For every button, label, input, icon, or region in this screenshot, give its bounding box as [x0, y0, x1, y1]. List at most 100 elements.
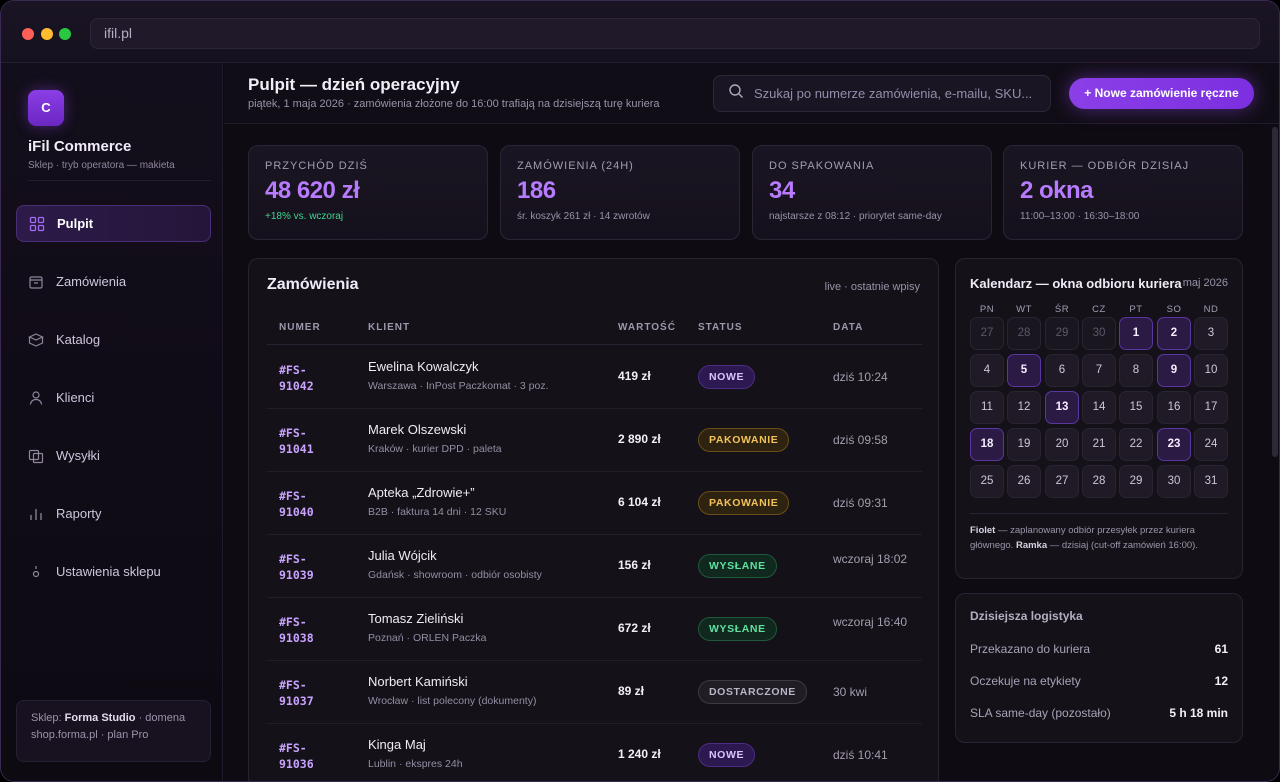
column-header-client[interactable]: KLIENT — [368, 322, 410, 333]
calendar-day[interactable]: 23 — [1157, 428, 1191, 461]
stat-value: 2 okna — [1020, 177, 1094, 204]
calendar-day[interactable]: 24 — [1194, 428, 1228, 461]
calendar-day[interactable]: 28 — [1007, 317, 1041, 350]
client-detail: Poznań · ORLEN Paczka — [368, 632, 487, 644]
calendar-day[interactable]: 17 — [1194, 391, 1228, 424]
calendar-month[interactable]: maj 2026 — [1183, 277, 1228, 289]
order-value: 2 890 zł — [618, 432, 661, 446]
maximize-window-button[interactable] — [59, 28, 71, 40]
logistics-row: SLA same-day (pozostało) 5 h 18 min — [970, 706, 1228, 720]
sidebar-item-wysylki[interactable]: Wysyłki — [16, 437, 211, 474]
calendar-day[interactable]: 20 — [1045, 428, 1079, 461]
client-name: Norbert Kamiński — [368, 674, 468, 689]
calendar-day[interactable]: 8 — [1119, 354, 1153, 387]
weekday-label: ŚR — [1054, 304, 1070, 315]
order-number[interactable]: #FS-91041 — [279, 425, 339, 457]
close-window-button[interactable] — [22, 28, 34, 40]
address-bar[interactable]: ifil.pl — [90, 18, 1260, 49]
column-header-number[interactable]: NUMER — [279, 322, 321, 333]
calendar-day[interactable]: 11 — [970, 391, 1004, 424]
calendar-day[interactable]: 3 — [1194, 317, 1228, 350]
logistics-label: SLA same-day (pozostało) — [970, 706, 1111, 720]
column-header-date[interactable]: DATA — [833, 322, 863, 333]
page-scrollbar[interactable] — [1272, 127, 1278, 457]
weekday-label: PN — [979, 304, 995, 315]
sidebar-item-label: Katalog — [56, 332, 101, 347]
calendar-day[interactable]: 29 — [1119, 465, 1153, 498]
column-header-status[interactable]: STATUS — [698, 322, 743, 333]
order-value: 156 zł — [618, 558, 651, 572]
calendar-day[interactable]: 13 — [1045, 391, 1079, 424]
table-row[interactable]: #FS-91042 Ewelina Kowalczyk Warszawa · InP… — [267, 346, 922, 409]
calendar-day[interactable]: 22 — [1119, 428, 1153, 461]
calendar-day[interactable]: 15 — [1119, 391, 1153, 424]
calendar-day[interactable]: 14 — [1082, 391, 1116, 424]
logistics-row: Oczekuje na etykiety 12 — [970, 674, 1228, 688]
column-header-value[interactable]: WARTOŚĆ — [618, 322, 676, 333]
calendar-day[interactable]: 10 — [1194, 354, 1228, 387]
client-name: Kinga Maj — [368, 737, 426, 752]
table-row[interactable]: #FS-91040 Apteka „Zdrowie+” B2B · faktura … — [267, 472, 922, 535]
calendar-day[interactable]: 30 — [1157, 465, 1191, 498]
table-row[interactable]: #FS-91036 Kinga Maj Lublin · ekspres 24h 1 … — [267, 724, 922, 781]
calendar-day[interactable]: 30 — [1082, 317, 1116, 350]
minimize-window-button[interactable] — [41, 28, 53, 40]
calendar-day[interactable]: 2 — [1157, 317, 1191, 350]
table-row[interactable]: #FS-91039 Julia Wójcik Gdańsk · showroom ·… — [267, 535, 922, 598]
client-detail: Warszawa · InPost Paczkomat · 3 poz. — [368, 380, 549, 392]
shop-info-card: Sklep: Forma Studio · domena shop.forma.… — [16, 700, 211, 762]
calendar-day[interactable]: 6 — [1045, 354, 1079, 387]
calendar-day[interactable]: 28 — [1082, 465, 1116, 498]
calendar-day[interactable]: 25 — [970, 465, 1004, 498]
status-badge: PAKOWANIE — [698, 428, 790, 452]
orders-title: Zamówienia — [267, 276, 359, 293]
sidebar-item-katalog[interactable]: Katalog — [16, 321, 211, 358]
new-manual-order-button[interactable]: + Nowe zamówienie ręczne — [1069, 78, 1254, 109]
calendar-day[interactable]: 26 — [1007, 465, 1041, 498]
stat-card-to-pack: Do spakowania 34 najstarsze z 08:12 · pr… — [752, 145, 992, 240]
shop-line1-suffix: · domena — [135, 712, 186, 724]
calendar-day[interactable]: 27 — [1045, 465, 1079, 498]
sidebar-item-raporty[interactable]: Raporty — [16, 495, 211, 532]
calendar-day[interactable]: 1 — [1119, 317, 1153, 350]
order-number[interactable]: #FS-91037 — [279, 677, 339, 709]
logistics-row: Przekazano do kuriera 61 — [970, 642, 1228, 656]
sidebar-item-label: Klienci — [56, 390, 95, 405]
calendar-day[interactable]: 16 — [1157, 391, 1191, 424]
calendar-day[interactable]: 31 — [1194, 465, 1228, 498]
calendar-day[interactable]: 5 — [1007, 354, 1041, 387]
calendar-day[interactable]: 18 — [970, 428, 1004, 461]
status-badge: NOWE — [698, 365, 756, 389]
stat-label: Kurier — odbiór dzisiaj — [1020, 160, 1190, 172]
sidebar-item-zamowienia[interactable]: Zamówienia — [16, 263, 211, 300]
search-input[interactable] — [754, 86, 1034, 101]
sidebar-item-label: Wysyłki — [56, 448, 100, 463]
calendar-day[interactable]: 4 — [970, 354, 1004, 387]
order-number[interactable]: #FS-91038 — [279, 614, 339, 646]
calendar-day[interactable]: 19 — [1007, 428, 1041, 461]
calendar-day[interactable]: 21 — [1082, 428, 1116, 461]
calendar-day[interactable]: 9 — [1157, 354, 1191, 387]
calendar-day[interactable]: 12 — [1007, 391, 1041, 424]
order-number[interactable]: #FS-91039 — [279, 551, 339, 583]
sidebar-item-klienci[interactable]: Klienci — [16, 379, 211, 416]
brand-logo[interactable]: C — [28, 90, 64, 126]
sidebar-item-pulpit[interactable]: Pulpit — [16, 205, 211, 242]
status-badge: NOWE — [698, 743, 756, 767]
order-number[interactable]: #FS-91042 — [279, 362, 339, 394]
weekday-label: PT — [1129, 304, 1143, 315]
calendar-day[interactable]: 29 — [1045, 317, 1079, 350]
table-row[interactable]: #FS-91041 Marek Olszewski Kraków · kurier … — [267, 409, 922, 472]
calendar-title: Kalendarz — okna odbioru kuriera — [970, 276, 1182, 291]
table-row[interactable]: #FS-91038 Tomasz Zieliński Poznań · ORLEN … — [267, 598, 922, 661]
calendar-day[interactable]: 7 — [1082, 354, 1116, 387]
stat-value: 186 — [517, 177, 556, 204]
order-number[interactable]: #FS-91036 — [279, 740, 339, 772]
legend-text-ramka: — dzisiaj (cut-off zamówień 16:00). — [1047, 540, 1198, 551]
search-box[interactable] — [713, 75, 1051, 112]
table-row[interactable]: #FS-91037 Norbert Kamiński Wrocław · list … — [267, 661, 922, 724]
main-content: Pulpit — dzień operacyjny piątek, 1 maja… — [224, 63, 1279, 781]
calendar-day[interactable]: 27 — [970, 317, 1004, 350]
order-number[interactable]: #FS-91040 — [279, 488, 339, 520]
sidebar-item-ustawienia[interactable]: Ustawienia sklepu — [16, 553, 211, 590]
